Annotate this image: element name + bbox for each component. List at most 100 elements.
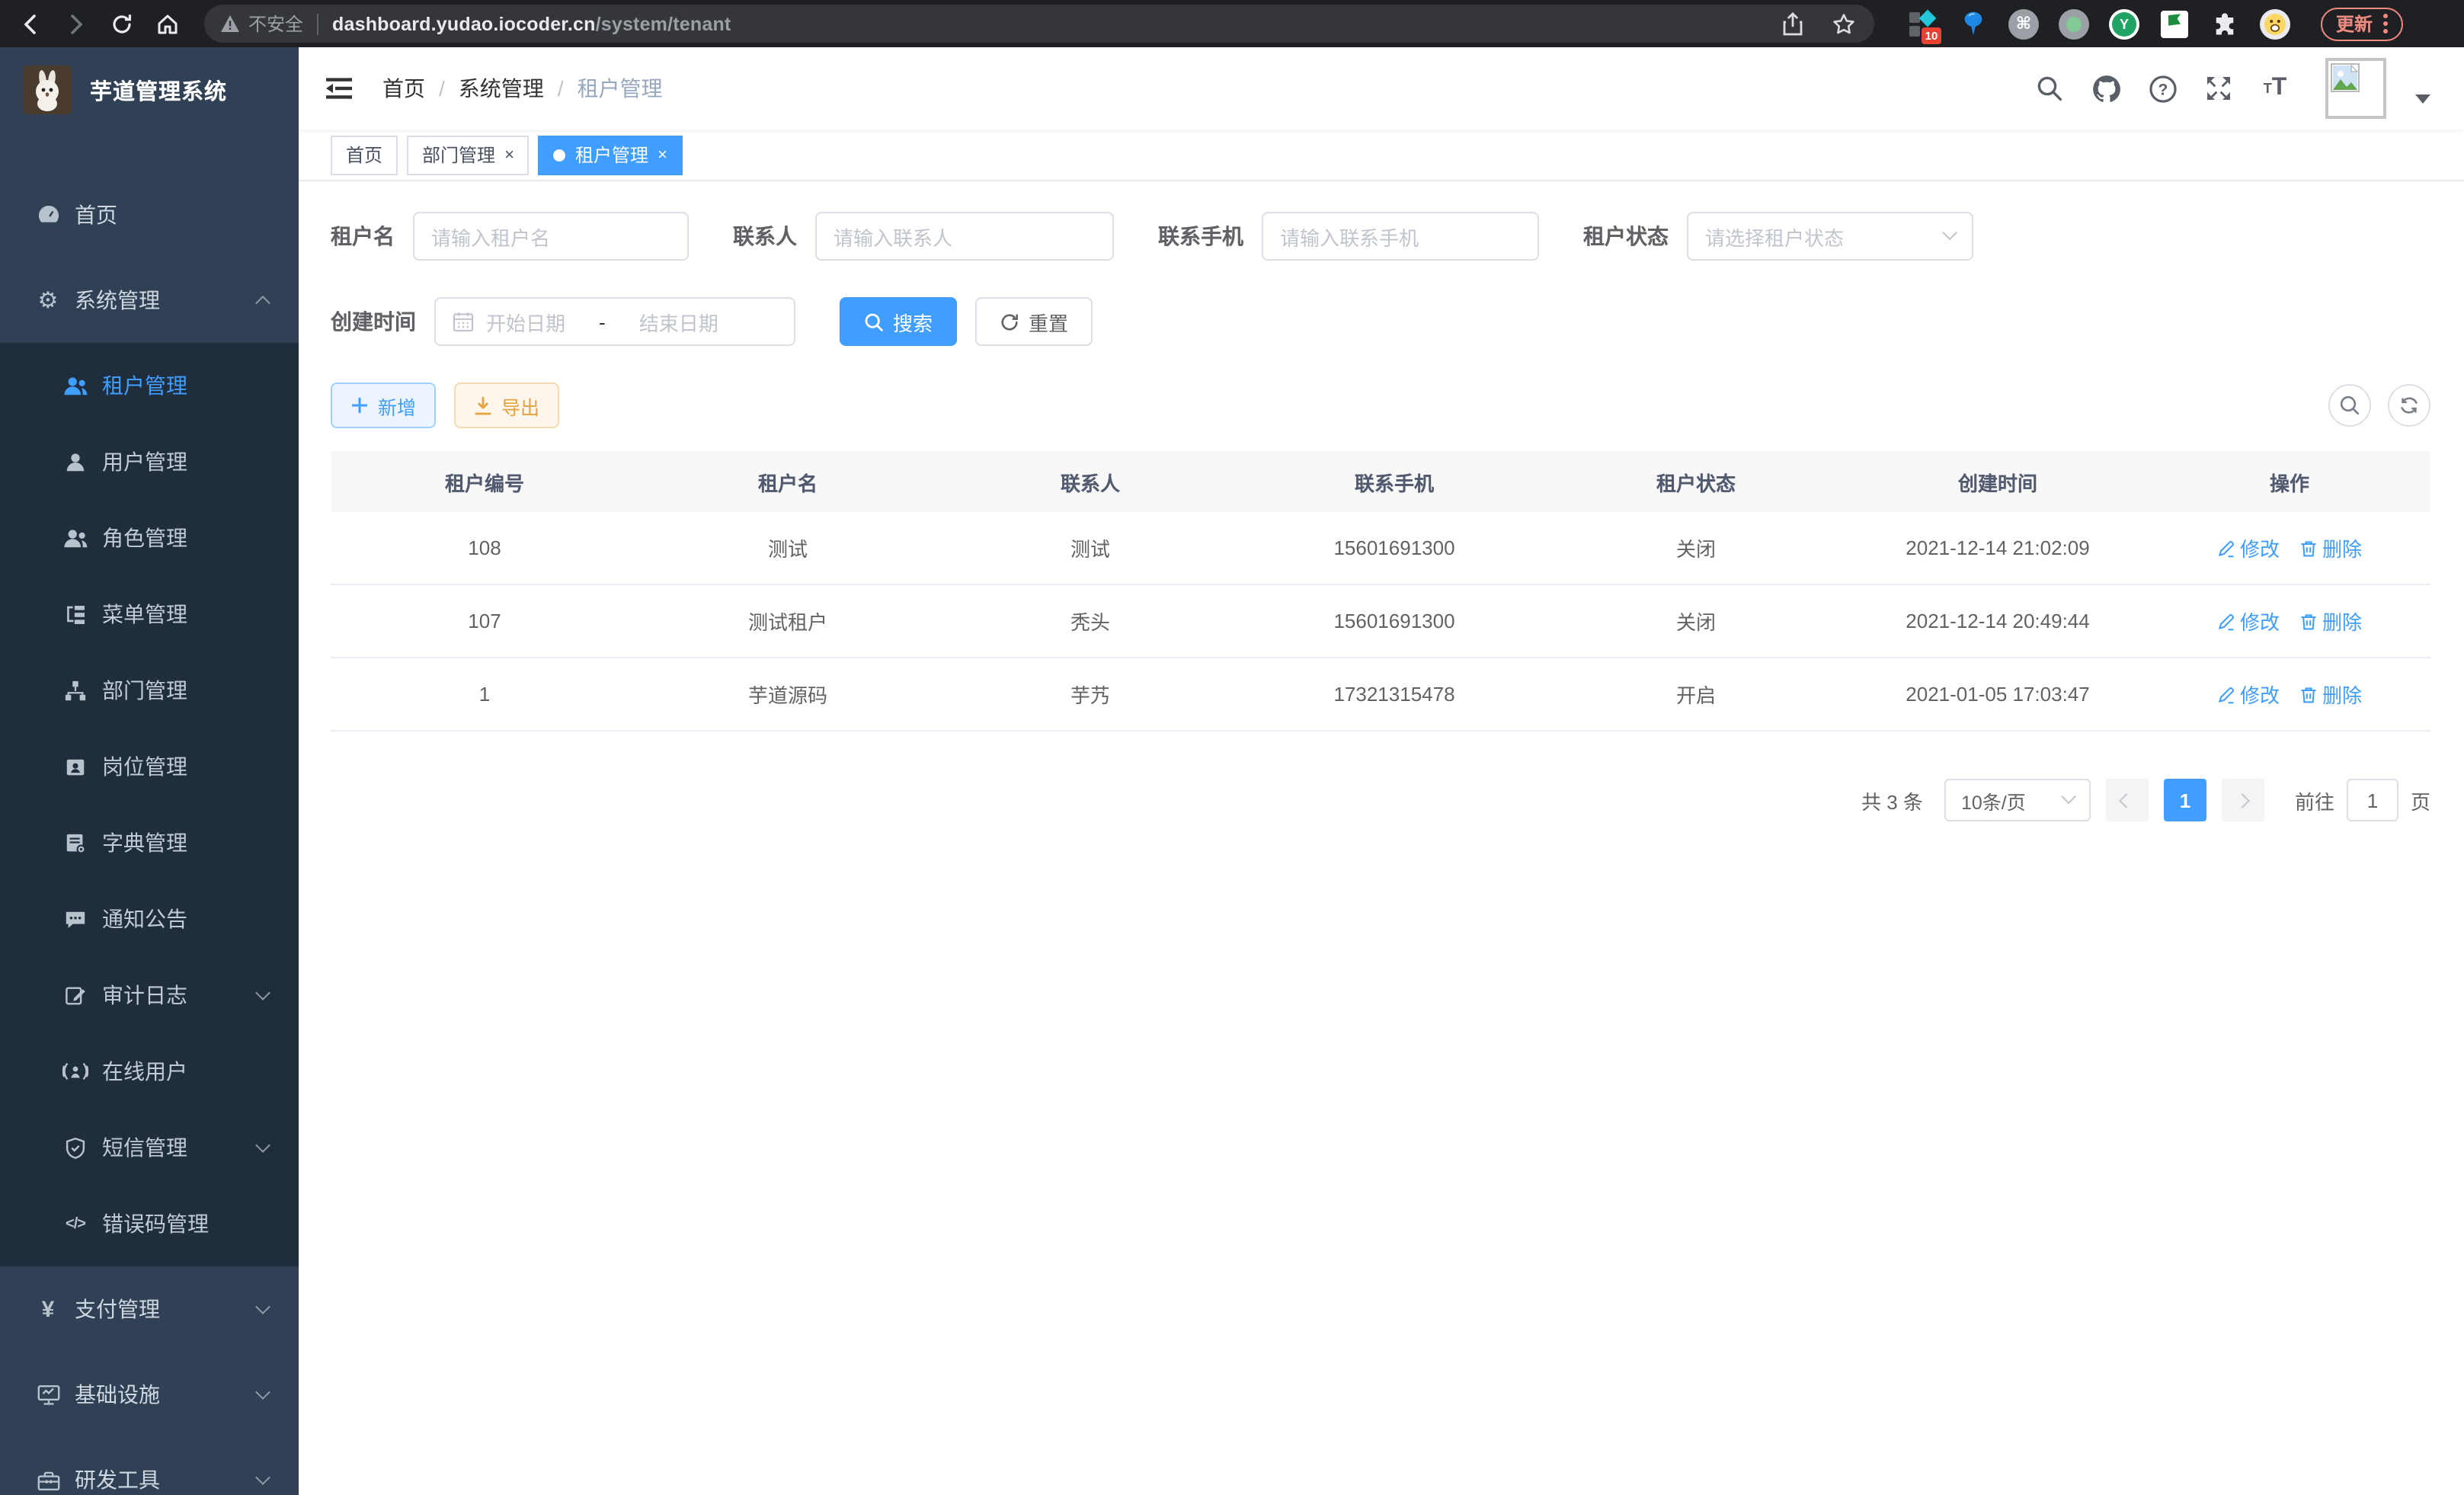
- extension-avatar[interactable]: [2260, 8, 2290, 39]
- address-bar[interactable]: 不安全 dashboard.yudao.iocoder.cn/system/te…: [204, 5, 1874, 43]
- extension-grid-badge[interactable]: 10: [1908, 8, 1938, 39]
- contact-input[interactable]: 请输入联系人: [815, 212, 1114, 261]
- bookmark-star-button[interactable]: [1829, 8, 1859, 39]
- tab-home[interactable]: 首页: [331, 135, 398, 174]
- placeholder-text: 请输入联系人: [834, 222, 952, 251]
- tag-tabs-bar: 首页 部门管理 × 租户管理 ×: [299, 130, 2464, 181]
- prev-page-button[interactable]: [2106, 779, 2149, 821]
- calendar-icon: [453, 311, 474, 332]
- search-button[interactable]: 搜索: [840, 297, 957, 346]
- sidebar-item-pay[interactable]: ¥ 支付管理: [0, 1266, 299, 1352]
- tab-close-icon[interactable]: ×: [504, 146, 514, 164]
- status-select[interactable]: 请选择租户状态: [1687, 212, 1973, 261]
- sidebar-item-infra[interactable]: 基础设施: [0, 1352, 299, 1437]
- sidebar-item-role[interactable]: 角色管理: [0, 500, 299, 576]
- github-link-button[interactable]: [2091, 73, 2121, 104]
- extension-balloon[interactable]: [1958, 8, 1989, 39]
- extension-puzzle[interactable]: [2210, 8, 2240, 39]
- fullscreen-button[interactable]: [2203, 73, 2234, 104]
- reset-button[interactable]: 重置: [975, 297, 1093, 346]
- sidebar-item-devtools[interactable]: 研发工具: [0, 1437, 299, 1495]
- font-size-button[interactable]: TT: [2260, 73, 2290, 104]
- browser-menu-icon[interactable]: [2383, 14, 2388, 34]
- extension-recorder[interactable]: [2059, 8, 2089, 39]
- table-toolbar: 新增 导出: [331, 383, 2430, 428]
- phone-input[interactable]: 请输入联系手机: [1262, 212, 1539, 261]
- gear-icon: ⚙: [35, 289, 61, 312]
- breadcrumb-system[interactable]: 系统管理: [459, 73, 544, 104]
- sidebar-item-system[interactable]: ⚙ 系统管理: [0, 258, 299, 343]
- create-time-label: 创建时间: [331, 306, 416, 337]
- share-button[interactable]: [1777, 8, 1807, 39]
- sidebar-item-label: 错误码管理: [102, 1208, 209, 1239]
- sidebar-item-audit-log[interactable]: 审计日志: [0, 957, 299, 1033]
- star-icon: [1832, 11, 1856, 36]
- table-header-row: 租户编号 租户名 联系人 联系手机 租户状态 创建时间 操作: [331, 451, 2430, 512]
- page-size-select[interactable]: 10条/页: [1944, 779, 2091, 821]
- sidebar-item-dept[interactable]: 部门管理: [0, 652, 299, 728]
- sidebar-item-user[interactable]: 用户管理: [0, 424, 299, 500]
- chevron-down-icon: [255, 984, 270, 1000]
- extension-command[interactable]: ⌘: [2008, 8, 2039, 39]
- shield-check-icon: [62, 1136, 88, 1159]
- help-button[interactable]: ?: [2147, 73, 2178, 104]
- tab-close-icon[interactable]: ×: [658, 146, 667, 164]
- edit-link[interactable]: 修改: [2217, 607, 2280, 635]
- browser-reload-button[interactable]: [104, 5, 140, 42]
- browser-update-button[interactable]: 更新: [2321, 7, 2403, 40]
- export-button[interactable]: 导出: [454, 383, 559, 428]
- extension-yudao[interactable]: Y: [2109, 8, 2139, 39]
- refresh-table-button[interactable]: [2388, 384, 2430, 427]
- security-indicator[interactable]: 不安全: [219, 11, 303, 37]
- breadcrumb-home[interactable]: 首页: [382, 73, 425, 104]
- big-t-glyph: T: [2272, 76, 2287, 101]
- sidebar-item-notice[interactable]: 通知公告: [0, 881, 299, 957]
- monitor-icon: [35, 1383, 61, 1406]
- browser-home-button[interactable]: [149, 5, 186, 42]
- cell-status: 关闭: [1545, 607, 1847, 635]
- goto-page-input[interactable]: [2347, 779, 2398, 821]
- header-search-button[interactable]: [2034, 73, 2065, 104]
- cell-created: 2021-12-14 20:49:44: [1847, 610, 2149, 632]
- table-row: 107 测试租户 秃头 15601691300 关闭 2021-12-14 20…: [331, 585, 2430, 658]
- delete-label: 删除: [2322, 607, 2362, 635]
- tab-dept[interactable]: 部门管理 ×: [407, 135, 530, 174]
- user-avatar[interactable]: [2325, 58, 2386, 119]
- sidebar-item-tenant[interactable]: 租户管理: [0, 347, 299, 424]
- sidebar-item-menu[interactable]: 菜单管理: [0, 576, 299, 652]
- sidebar-item-post[interactable]: 岗位管理: [0, 728, 299, 805]
- browser-forward-button[interactable]: [58, 5, 94, 42]
- delete-link[interactable]: 删除: [2299, 680, 2362, 709]
- date-range-input[interactable]: 开始日期 - 结束日期: [434, 297, 795, 346]
- delete-label: 删除: [2322, 533, 2362, 562]
- github-icon: [2091, 74, 2120, 103]
- search-button-label: 搜索: [893, 307, 933, 336]
- show-search-toggle-button[interactable]: [2328, 384, 2371, 427]
- add-button[interactable]: 新增: [331, 383, 436, 428]
- breadcrumb: 首页 / 系统管理 / 租户管理: [382, 73, 663, 104]
- sidebar-collapse-button[interactable]: [322, 72, 355, 105]
- tab-tenant[interactable]: 租户管理 ×: [539, 135, 683, 174]
- sidebar-item-online-user[interactable]: 在线用户: [0, 1033, 299, 1109]
- url-text: dashboard.yudao.iocoder.cn/system/tenant: [332, 13, 731, 34]
- sidebar-item-home[interactable]: 首页: [0, 172, 299, 258]
- edit-link[interactable]: 修改: [2217, 533, 2280, 562]
- sidebar-item-errcode[interactable]: </> 错误码管理: [0, 1186, 299, 1262]
- next-page-button[interactable]: [2222, 779, 2264, 821]
- logo-row[interactable]: 芋道管理系统: [0, 47, 299, 133]
- forward-arrow-icon: [64, 11, 88, 36]
- tab-label: 首页: [346, 142, 382, 168]
- delete-link[interactable]: 删除: [2299, 607, 2362, 635]
- edit-link[interactable]: 修改: [2217, 680, 2280, 709]
- sidebar-item-dict[interactable]: 字典管理: [0, 805, 299, 881]
- sidebar-item-label: 审计日志: [102, 980, 187, 1010]
- page-number-button[interactable]: 1: [2164, 779, 2206, 821]
- avatar-dropdown-caret[interactable]: [2415, 94, 2430, 104]
- broken-image-icon: [2330, 62, 2360, 93]
- delete-link[interactable]: 删除: [2299, 533, 2362, 562]
- extension-flag[interactable]: [2159, 8, 2190, 39]
- tenant-name-input[interactable]: 请输入租户名: [413, 212, 689, 261]
- org-chart-icon: [62, 679, 88, 702]
- sidebar-item-sms[interactable]: 短信管理: [0, 1109, 299, 1186]
- browser-back-button[interactable]: [12, 5, 49, 42]
